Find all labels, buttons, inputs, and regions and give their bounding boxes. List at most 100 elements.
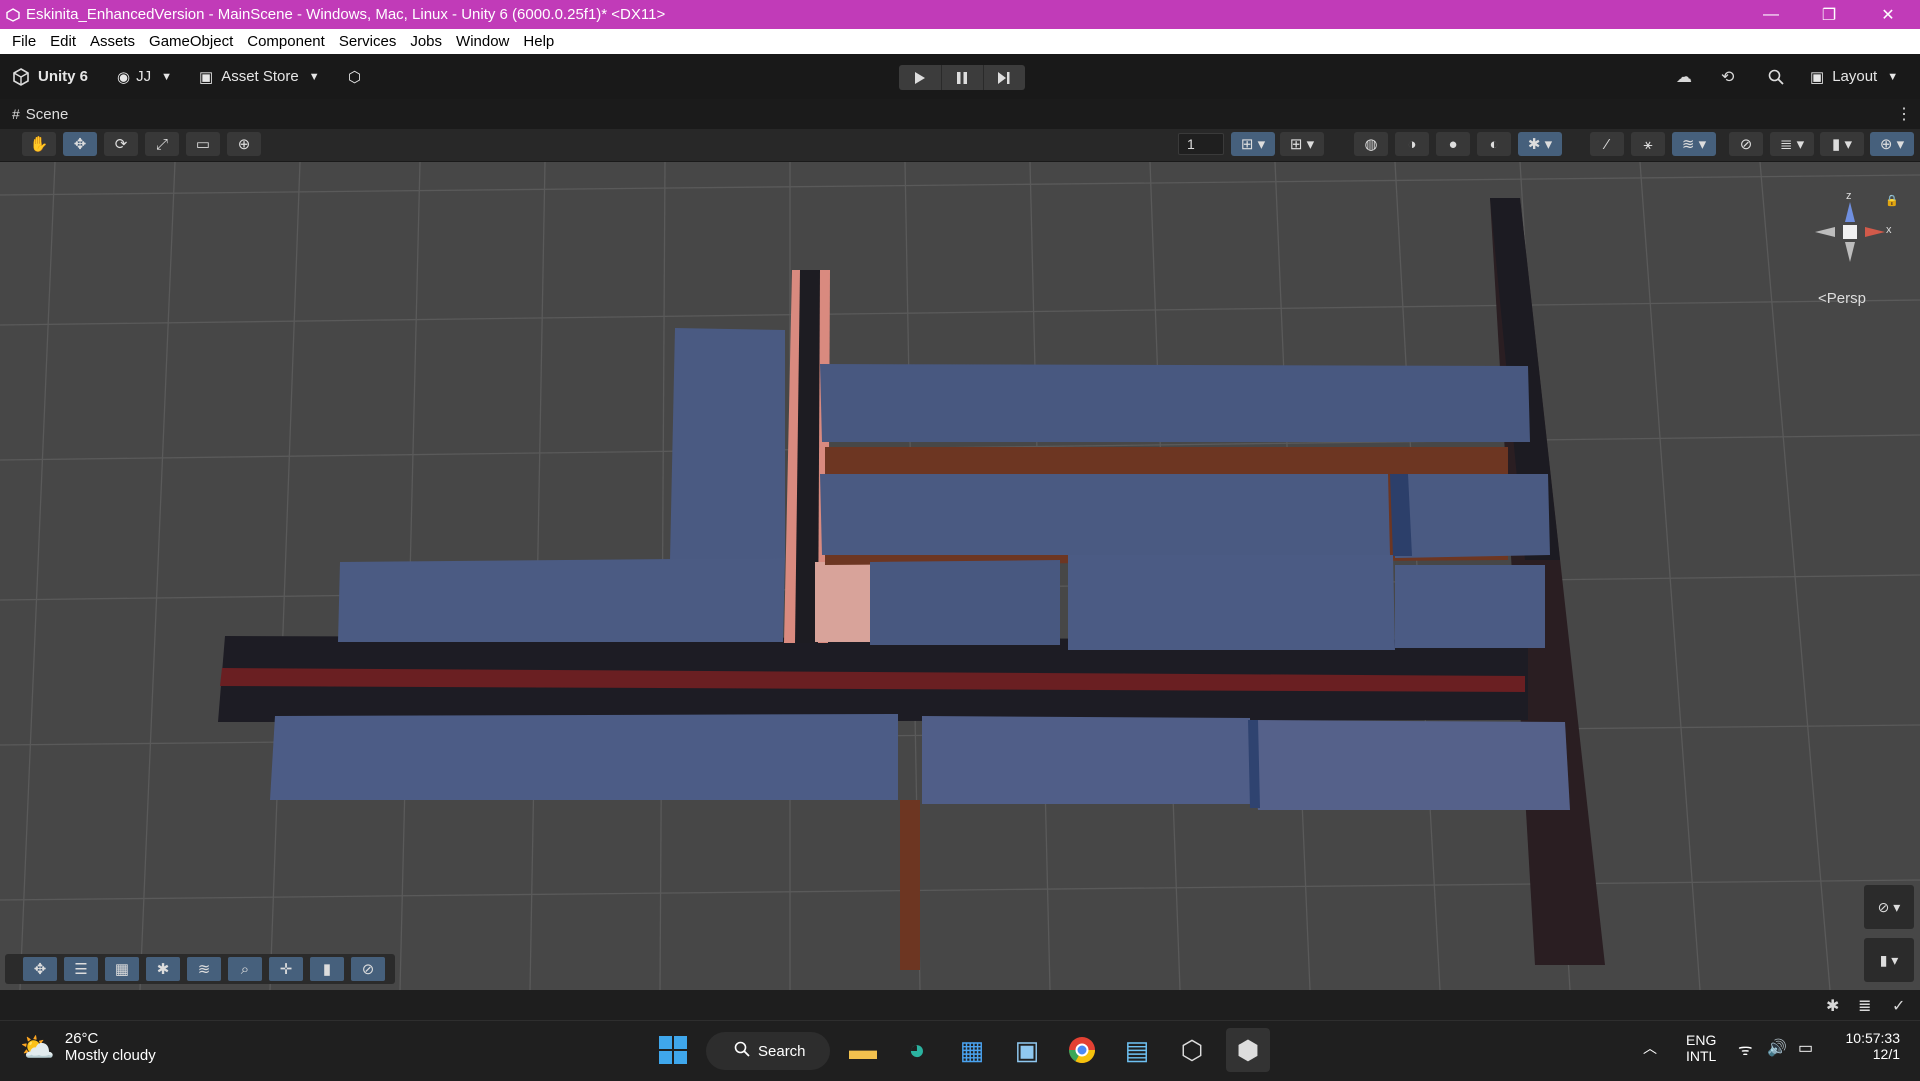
layers-status-icon[interactable]: ≣ bbox=[1858, 996, 1871, 1016]
package-icon[interactable]: ⬡ bbox=[348, 54, 361, 99]
rotate-tool-button[interactable]: ⟳ bbox=[104, 132, 138, 156]
camera-overlay-button[interactable]: ▮ ▾ bbox=[1864, 938, 1914, 982]
pause-button[interactable] bbox=[941, 65, 984, 90]
orientation-overlay-button[interactable]: ⊘ ▾ bbox=[1864, 885, 1914, 929]
debug-overlay-button[interactable]: ✱ bbox=[146, 957, 180, 981]
more-options-icon[interactable]: ⋮ bbox=[1896, 99, 1912, 129]
scene-tab-bar: # Scene ⋮ bbox=[0, 99, 1920, 129]
menu-services[interactable]: Services bbox=[337, 33, 399, 50]
compass-icon: ⊘ bbox=[361, 961, 375, 978]
hidden-objects-button[interactable]: ⊘ bbox=[1729, 132, 1763, 156]
building-middle-front bbox=[870, 560, 1060, 645]
menu-gameobject[interactable]: GameObject bbox=[147, 33, 235, 50]
gizmo-x-label: x bbox=[1886, 224, 1892, 236]
chrome-browser-icon[interactable] bbox=[1060, 1028, 1104, 1072]
scale-icon: ⤢ bbox=[155, 135, 168, 153]
pink-block bbox=[815, 562, 871, 642]
show-hidden-icons-icon[interactable]: ︿ bbox=[1643, 1038, 1657, 1058]
windows-logo-icon bbox=[659, 1036, 687, 1064]
move-tool-button[interactable]: ✥ bbox=[63, 132, 97, 156]
2d-toggle-button[interactable]: ⁄ bbox=[1590, 132, 1624, 156]
start-button[interactable] bbox=[651, 1028, 695, 1072]
tab-scene[interactable]: # Scene bbox=[12, 99, 68, 129]
persp-arrow-icon: < bbox=[1818, 290, 1827, 307]
grid-overlay-button[interactable]: ▦ bbox=[105, 957, 139, 981]
weather-widget[interactable]: ⛅ 26°C Mostly cloudy bbox=[20, 1030, 156, 1064]
input-language-indicator[interactable]: ENG INTL bbox=[1686, 1032, 1716, 1064]
wifi-icon[interactable]: ᯤ bbox=[1738, 1038, 1753, 1060]
camera-overlay-toggle[interactable]: ▮ bbox=[310, 957, 344, 981]
shaded-wireframe-button[interactable]: ◑ bbox=[1395, 132, 1429, 156]
transform-tool-button[interactable]: ⊕ bbox=[227, 132, 261, 156]
scale-tool-button[interactable]: ⤢ bbox=[145, 132, 179, 156]
axis-gizmo-icon bbox=[1815, 202, 1885, 262]
debug-draw-button[interactable]: ✱ ▾ bbox=[1518, 132, 1562, 156]
search-overlay-button[interactable]: ⌕ bbox=[228, 957, 262, 981]
shaded-button[interactable]: ● bbox=[1436, 132, 1470, 156]
chrome-logo-icon bbox=[1068, 1037, 1096, 1064]
grid-visibility-button[interactable]: ⊞ ▾ bbox=[1280, 132, 1324, 156]
grid-snap-button[interactable]: ⊞ ▾ bbox=[1231, 132, 1275, 156]
menu-assets[interactable]: Assets bbox=[88, 33, 137, 50]
play-button[interactable] bbox=[899, 65, 942, 90]
unity-hub-icon[interactable]: ⬡ bbox=[1170, 1028, 1214, 1072]
close-button[interactable]: ✕ bbox=[1860, 0, 1916, 29]
persp-toggle[interactable]: <Persp bbox=[1818, 290, 1866, 307]
building-middle-front-right bbox=[1068, 555, 1395, 650]
grid-size-input[interactable]: 1 bbox=[1178, 133, 1224, 155]
file-explorer-icon[interactable]: ▬ bbox=[841, 1028, 885, 1072]
lighting-toggle-button[interactable]: ⚹ bbox=[1631, 132, 1665, 156]
orientation-gizmo[interactable]: z x bbox=[1805, 190, 1895, 274]
minimize-button[interactable]: — bbox=[1743, 0, 1799, 29]
scene-viewport[interactable]: z x 🔒 <Persp ⊘ ▾ ▮ ▾ ✥ ☰ ▦ ✱ ≋ ⌕ ✛ ▮ ⊘ bbox=[0, 162, 1920, 990]
restore-button[interactable]: ❐ bbox=[1801, 0, 1857, 29]
chevron-down-icon: ▼ bbox=[1887, 70, 1899, 83]
camera-dropdown-button[interactable]: ▮ ▾ bbox=[1820, 132, 1864, 156]
audio-toggle-button[interactable]: ≋ ▾ bbox=[1672, 132, 1716, 156]
asset-store-dropdown[interactable]: ▣ Asset Store ▼ bbox=[199, 54, 320, 99]
rotate-icon: ⟳ bbox=[114, 136, 128, 153]
debug-off-icon[interactable]: ✱ bbox=[1826, 996, 1839, 1016]
rect-tool-button[interactable]: ▭ bbox=[186, 132, 220, 156]
shaded-wireframe-icon: ◑ bbox=[1407, 135, 1417, 153]
unlit-button[interactable]: ◐ bbox=[1477, 132, 1511, 156]
account-dropdown[interactable]: ◉ JJ ▼ bbox=[117, 54, 172, 99]
wireframe-button[interactable]: ◍ bbox=[1354, 132, 1388, 156]
microsoft-store-icon[interactable]: ▦ bbox=[950, 1028, 994, 1072]
move-overlay-button[interactable]: ✥ bbox=[23, 957, 57, 981]
menu-component[interactable]: Component bbox=[245, 33, 327, 50]
menu-help[interactable]: Help bbox=[521, 33, 556, 50]
compass-overlay-button[interactable]: ⊘ bbox=[351, 957, 385, 981]
lock-icon[interactable]: 🔒 bbox=[1885, 194, 1899, 207]
building-tower bbox=[670, 328, 785, 560]
layout-dropdown[interactable]: ▣ Layout ▼ bbox=[1810, 54, 1898, 99]
menu-window[interactable]: Window bbox=[454, 33, 511, 50]
edge-browser-icon[interactable]: ◕ bbox=[895, 1028, 939, 1072]
photos-app-icon[interactable]: ▣ bbox=[1005, 1028, 1049, 1072]
taskbar-search[interactable]: Search bbox=[706, 1032, 830, 1070]
menu-file[interactable]: File bbox=[10, 33, 38, 50]
chevron-down-icon: ▼ bbox=[161, 70, 172, 83]
menu-edit[interactable]: Edit bbox=[48, 33, 78, 50]
building-top-long bbox=[820, 364, 1530, 442]
layers-dropdown-button[interactable]: ≣ ▾ bbox=[1770, 132, 1814, 156]
gizmos-dropdown-button[interactable]: ⊕ ▾ bbox=[1870, 132, 1914, 156]
unity-editor-icon[interactable]: ⬢ bbox=[1226, 1028, 1270, 1072]
nav-overlay-button[interactable]: ≋ bbox=[187, 957, 221, 981]
search-icon[interactable] bbox=[1768, 54, 1784, 99]
menu-jobs[interactable]: Jobs bbox=[408, 33, 444, 50]
pivot-overlay-button[interactable]: ✛ bbox=[269, 957, 303, 981]
unity-account-menu[interactable]: Unity 6 bbox=[12, 54, 88, 99]
hand-tool-button[interactable]: ✋ bbox=[22, 132, 56, 156]
camera-icon: ▮ ▾ bbox=[1879, 951, 1899, 968]
step-button[interactable] bbox=[983, 65, 1025, 90]
cloud-icon[interactable]: ☁ bbox=[1676, 54, 1692, 99]
battery-icon[interactable]: ▭ bbox=[1798, 1038, 1813, 1058]
clock[interactable]: 10:57:33 12/1 bbox=[1838, 1030, 1901, 1062]
window-title: Eskinita_EnhancedVersion - MainScene - W… bbox=[26, 6, 666, 23]
volume-icon[interactable]: 🔊 bbox=[1767, 1038, 1787, 1058]
history-icon[interactable]: ⟲ bbox=[1721, 54, 1734, 99]
check-circle-icon[interactable]: ✓ bbox=[1892, 996, 1905, 1016]
notepad-icon[interactable]: ▤ bbox=[1115, 1028, 1159, 1072]
transform-overlay-button[interactable]: ☰ bbox=[64, 957, 98, 981]
